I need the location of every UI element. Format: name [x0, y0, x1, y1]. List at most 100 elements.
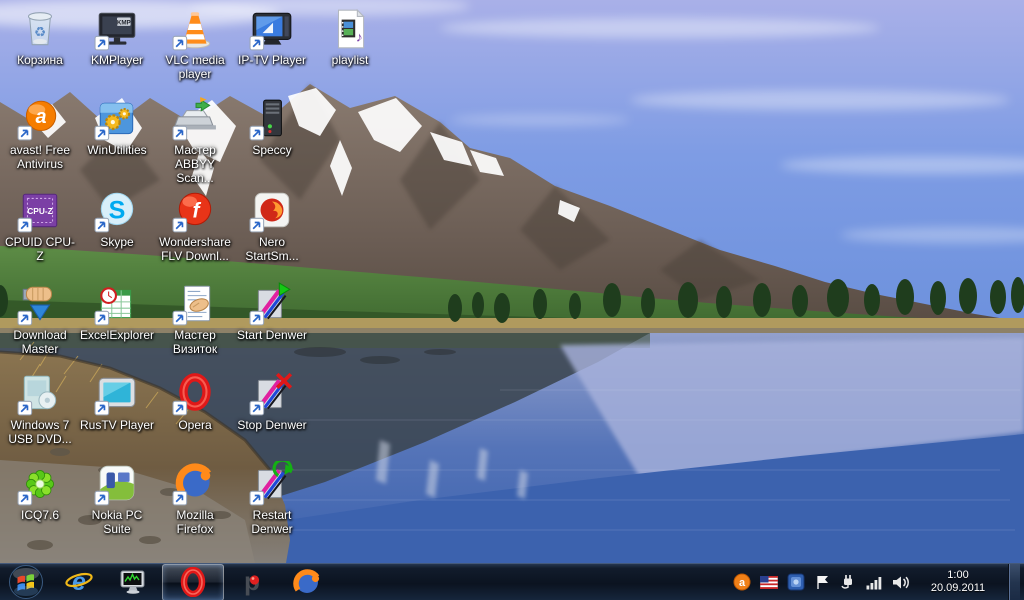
desktop-icon-abbyy-scan[interactable]: Мастер ABBYY Scan... — [157, 96, 233, 185]
blue-app-tray-icon[interactable] — [787, 570, 805, 594]
desktop-icon-label: ICQ7.6 — [2, 508, 78, 522]
keyboard-layout-us-flag-icon[interactable] — [760, 570, 778, 594]
svg-text:S: S — [109, 196, 126, 224]
p-red-dot-icon: p — [238, 567, 268, 597]
desktop-icon-firefox[interactable]: Mozilla Firefox — [157, 461, 233, 536]
desktop-icon-rustv[interactable]: RusTV Player — [79, 371, 155, 432]
show-desktop-button[interactable] — [1008, 564, 1020, 600]
desktop-icon-vlc[interactable]: VLC media player — [157, 6, 233, 81]
desktop-icon-label: Windows 7 USB DVD... — [2, 418, 78, 446]
desktop-icon-label: CPUID CPU-Z — [2, 235, 78, 263]
scanner-icon — [172, 96, 218, 142]
network-signal-icon[interactable] — [866, 570, 883, 594]
flv-downloader-icon: f — [172, 188, 218, 234]
desktop-icon-nero[interactable]: Nero StartSm... — [234, 188, 310, 263]
skype-icon: S — [94, 188, 140, 234]
taskbar-opera-active[interactable] — [162, 564, 224, 600]
desktop-icon-start-denwer[interactable]: Start Denwer — [234, 281, 310, 342]
desktop-icon-avast[interactable]: a avast! Free Antivirus — [2, 96, 78, 171]
svg-text:CPU-Z: CPU-Z — [27, 206, 53, 216]
cpu-chip-icon: CPU-Z — [17, 188, 63, 234]
pc-tower-icon — [249, 96, 295, 142]
desktop-icon-cpuz[interactable]: CPU-Z CPUID CPU-Z — [2, 188, 78, 263]
desktop-icon-win7-usb-dvd[interactable]: Windows 7 USB DVD... — [2, 371, 78, 446]
internet-explorer-icon: e — [64, 567, 94, 597]
svg-text:KMP: KMP — [117, 19, 131, 26]
business-card-wizard-icon — [172, 281, 218, 327]
svg-text:♪: ♪ — [356, 30, 363, 45]
win7-usb-dvd-icon — [17, 371, 63, 417]
winutilities-icon — [94, 96, 140, 142]
tv-icon — [249, 6, 295, 52]
vlc-cone-icon — [172, 6, 218, 52]
desktop-icon-recycle-bin[interactable]: ♻ Корзина — [2, 6, 78, 67]
desktop-icon-label: Start Denwer — [234, 328, 310, 342]
firefox-icon — [292, 567, 322, 597]
recycle-bin-icon: ♻ — [17, 6, 63, 52]
desktop-icon-label: Wondershare FLV Downl... — [157, 235, 233, 263]
desktop: ♻ Корзина KMP KMPlayer VLC media player — [0, 0, 1024, 600]
taskbar: e p — [0, 563, 1024, 600]
desktop-icon-label: IP-TV Player — [234, 53, 310, 67]
desktop-icon-playlist[interactable]: ♪ playlist — [312, 6, 388, 67]
desktop-icon-label: avast! Free Antivirus — [2, 143, 78, 171]
spreadsheet-icon — [94, 281, 140, 327]
desktop-icon-label: Корзина — [2, 53, 78, 67]
desktop-icon-stop-denwer[interactable]: Stop Denwer — [234, 371, 310, 432]
desktop-icon-label: Speccy — [234, 143, 310, 157]
taskbar-internet-explorer[interactable]: e — [52, 565, 106, 600]
avast-tray-icon[interactable]: a — [733, 570, 751, 594]
taskbar-p-red-dot-app[interactable]: p — [226, 565, 280, 600]
opera-icon — [172, 371, 218, 417]
desktop-icon-label: Stop Denwer — [234, 418, 310, 432]
action-center-flag-icon[interactable] — [814, 570, 830, 594]
nero-flame-icon — [249, 188, 295, 234]
desktop-icon-label: Nokia PC Suite — [79, 508, 155, 536]
clock-date: 20.09.2011 — [921, 582, 995, 595]
rustv-icon — [94, 371, 140, 417]
safely-remove-hardware-icon[interactable] — [839, 570, 857, 594]
desktop-icon-vizitki[interactable]: Мастер Визиток — [157, 281, 233, 356]
playlist-file-icon: ♪ — [327, 6, 373, 52]
desktop-icon-label: Download Master — [2, 328, 78, 356]
desktop-icon-label: WinUtilities — [79, 143, 155, 157]
taskbar-firefox[interactable] — [280, 565, 334, 600]
desktop-icon-label: RusTV Player — [79, 418, 155, 432]
desktop-icon-label: KMPlayer — [79, 53, 155, 67]
desktop-icon-wondershare-flv[interactable]: f Wondershare FLV Downl... — [157, 188, 233, 263]
desktop-icon-label: Opera — [157, 418, 233, 432]
icq-flower-icon — [17, 461, 63, 507]
desktop-icon-winutilities[interactable]: WinUtilities — [79, 96, 155, 157]
desktop-icon-skype[interactable]: S Skype — [79, 188, 155, 249]
svg-text:♻: ♻ — [34, 24, 46, 39]
volume-icon[interactable] — [892, 570, 910, 594]
denwer-stop-icon — [249, 371, 295, 417]
taskbar-clock[interactable]: 1:00 20.09.2011 — [919, 569, 997, 595]
desktop-icon-label: Мастер ABBYY Scan... — [157, 143, 233, 185]
denwer-restart-icon — [249, 461, 295, 507]
desktop-icon-restart-denwer[interactable]: Restart Denwer — [234, 461, 310, 536]
clock-time: 1:00 — [921, 569, 995, 582]
desktop-icon-nokia-pc-suite[interactable]: Nokia PC Suite — [79, 461, 155, 536]
desktop-icon-label: VLC media player — [157, 53, 233, 81]
desktop-icon-kmplayer[interactable]: KMP KMPlayer — [79, 6, 155, 67]
download-master-icon — [17, 281, 63, 327]
desktop-icon-label: ExcelExplorer — [79, 328, 155, 342]
desktop-icon-download-master[interactable]: Download Master — [2, 281, 78, 356]
svg-text:a: a — [739, 577, 746, 589]
desktop-icon-icq[interactable]: ICQ7.6 — [2, 461, 78, 522]
start-button[interactable] — [0, 564, 52, 600]
nokia-pc-suite-icon — [94, 461, 140, 507]
desktop-icon-speccy[interactable]: Speccy — [234, 96, 310, 157]
windows-logo-icon — [8, 564, 44, 600]
desktop-icon-opera[interactable]: Opera — [157, 371, 233, 432]
desktop-icon-label: Skype — [79, 235, 155, 249]
firefox-icon — [172, 461, 218, 507]
taskbar-tv-monitor-app[interactable] — [106, 565, 160, 600]
desktop-icon-label: Restart Denwer — [234, 508, 310, 536]
desktop-icon-label: Nero StartSm... — [234, 235, 310, 263]
desktop-icon-excelexplorer[interactable]: ExcelExplorer — [79, 281, 155, 342]
desktop-icon-iptv-player[interactable]: IP-TV Player — [234, 6, 310, 67]
desktop-icon-label: Mozilla Firefox — [157, 508, 233, 536]
svg-text:a: a — [36, 106, 47, 128]
